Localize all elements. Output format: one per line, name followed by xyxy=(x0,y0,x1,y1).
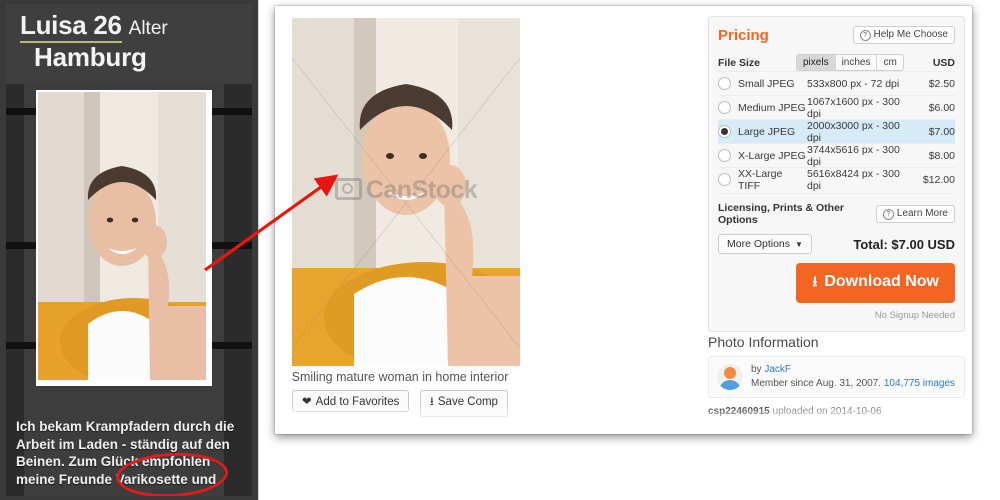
member-since-text: Member since Aug. 31, 2007. xyxy=(751,378,882,389)
add-to-favorites-label: Add to Favorites xyxy=(315,396,400,408)
licensing-row: Licensing, Prints & Other Options ? Learn… xyxy=(718,193,955,226)
more-options-dropdown[interactable]: More Options ▼ xyxy=(718,234,812,254)
download-now-label: Download Now xyxy=(824,273,939,290)
price-dimensions: 533x800 px - 72 dpi xyxy=(807,77,900,90)
advertisement-panel[interactable]: Luisa 26 Alter Hamburg Ich bekam Krampfa… xyxy=(0,0,258,500)
radio-small-jpeg[interactable] xyxy=(718,77,731,90)
ad-age-label: Alter xyxy=(128,18,168,39)
ad-inner-frame: Luisa 26 Alter Hamburg Ich bekam Krampfa… xyxy=(6,4,252,496)
pricing-header: Pricing ? Help Me Choose xyxy=(718,25,955,45)
member-since-row: Member since Aug. 31, 2007. 104,775 imag… xyxy=(751,377,955,391)
preview-button-row: ❤ Add to Favorites ⭳ Save Comp xyxy=(275,390,525,417)
price-row-medium-jpeg[interactable]: Medium JPEG 1067x1600 px - 300 dpi $6.00 xyxy=(718,95,955,120)
radio-xlarge-jpeg[interactable] xyxy=(718,149,731,162)
ad-photo-frame xyxy=(36,90,212,386)
csp-id: csp22460915 xyxy=(708,406,770,417)
preview-column: CanStock Smiling mature woman in home in… xyxy=(275,6,525,417)
question-mark-icon: ? xyxy=(859,30,871,41)
canstock-watermark: CanStock xyxy=(292,176,520,205)
add-to-favorites-button[interactable]: ❤ Add to Favorites xyxy=(292,390,410,412)
radio-medium-jpeg[interactable] xyxy=(718,101,731,114)
ad-header: Luisa 26 Alter Hamburg xyxy=(6,4,252,84)
ad-city: Hamburg xyxy=(34,42,147,72)
price-name: Small JPEG xyxy=(738,77,795,90)
ad-photo xyxy=(38,92,206,380)
price-row-small-jpeg[interactable]: Small JPEG 533x800 px - 72 dpi $2.50 xyxy=(718,71,955,95)
pricing-title: Pricing xyxy=(718,26,769,44)
file-size-label: File Size xyxy=(718,56,761,69)
price-amount: $8.00 xyxy=(928,149,955,162)
price-name: Large JPEG xyxy=(738,125,796,138)
price-name: XX-Large TIFF xyxy=(738,167,783,192)
price-name: Medium JPEG xyxy=(738,101,806,114)
price-row-large-jpeg[interactable]: Large JPEG 2000x3000 px - 300 dpi $7.00 xyxy=(718,119,955,144)
download-button-wrap: ⭳ Download Now xyxy=(718,263,955,303)
author-name-link[interactable]: JackF xyxy=(764,364,791,375)
ad-photo-graphic xyxy=(38,92,206,380)
unit-toggle-group[interactable]: pixels inches cm xyxy=(796,54,904,71)
price-amount: $12.00 xyxy=(922,173,955,186)
chevron-down-icon: ▼ xyxy=(795,240,803,249)
licensing-label: Licensing, Prints & Other Options xyxy=(718,202,845,226)
options-total-row: More Options ▼ Total: $7.00 USD xyxy=(718,234,955,254)
camera-icon xyxy=(334,178,362,200)
price-row-xlarge-jpeg[interactable]: X-Large JPEG 3744x5616 px - 300 dpi $8.0… xyxy=(718,143,955,168)
ad-name-row: Luisa 26 Alter xyxy=(20,10,168,43)
image-count-link[interactable]: 104,775 images xyxy=(884,378,955,389)
save-comp-button[interactable]: ⭳ Save Comp xyxy=(419,390,508,417)
help-me-choose-label: Help Me Choose xyxy=(873,29,948,40)
price-amount: $2.50 xyxy=(928,77,955,90)
author-lines: by JackF Member since Aug. 31, 2007. 104… xyxy=(751,363,955,391)
unit-option-cm[interactable]: cm xyxy=(877,55,903,70)
author-by-row: by JackF xyxy=(751,363,955,377)
price-amount: $7.00 xyxy=(928,125,955,138)
author-box: by JackF Member since Aug. 31, 2007. 104… xyxy=(708,356,965,398)
download-icon: ⭳ xyxy=(429,396,434,408)
photo-information-title: Photo Information xyxy=(708,334,819,350)
by-label: by xyxy=(751,364,762,375)
more-options-label: More Options xyxy=(727,238,791,250)
learn-more-label: Learn More xyxy=(896,208,948,219)
price-dimensions: 5616x8424 px - 300 dpi xyxy=(807,167,900,192)
price-name: X-Large JPEG xyxy=(738,149,806,162)
ad-person-name: Luisa 26 xyxy=(20,10,122,43)
csp-upload-line: csp22460915 uploaded on 2014-10-06 xyxy=(708,406,882,417)
radio-xxlarge-tiff[interactable] xyxy=(718,173,731,186)
unit-option-inches[interactable]: inches xyxy=(835,55,878,70)
currency-label: USD xyxy=(932,56,955,69)
no-signup-note: No Signup Needed xyxy=(874,310,955,321)
learn-more-button[interactable]: ? Learn More xyxy=(875,205,955,223)
price-amount: $6.00 xyxy=(928,101,955,114)
price-dimensions: 3744x5616 px - 300 dpi xyxy=(807,143,900,168)
image-caption: Smiling mature woman in home interior xyxy=(291,370,509,384)
upload-text: uploaded on 2014-10-06 xyxy=(772,406,882,417)
avatar xyxy=(717,364,743,390)
product-image[interactable]: CanStock xyxy=(292,18,520,366)
help-me-choose-button[interactable]: ? Help Me Choose xyxy=(852,26,955,44)
download-now-button[interactable]: ⭳ Download Now xyxy=(796,263,955,303)
watermark-text: CanStock xyxy=(365,176,478,204)
price-dimensions: 2000x3000 px - 300 dpi xyxy=(807,119,900,144)
file-size-header-row: File Size pixels inches cm USD xyxy=(718,54,955,71)
stock-photo-page: CanStock Smiling mature woman in home in… xyxy=(275,6,972,434)
total-price: Total: $7.00 USD xyxy=(853,236,955,252)
download-icon: ⭳ xyxy=(812,273,818,289)
price-dimensions: 1067x1600 px - 300 dpi xyxy=(807,95,900,120)
radio-large-jpeg[interactable] xyxy=(718,125,731,138)
heart-icon: ❤ xyxy=(302,396,312,408)
unit-option-pixels[interactable]: pixels xyxy=(797,55,836,70)
save-comp-label: Save Comp xyxy=(437,396,498,408)
pricing-panel: Pricing ? Help Me Choose File Size pixels… xyxy=(708,16,965,332)
question-mark-icon: ? xyxy=(882,209,894,220)
price-row-xxlarge-tiff[interactable]: XX-Large TIFF 5616x8424 px - 300 dpi $12… xyxy=(718,167,955,192)
